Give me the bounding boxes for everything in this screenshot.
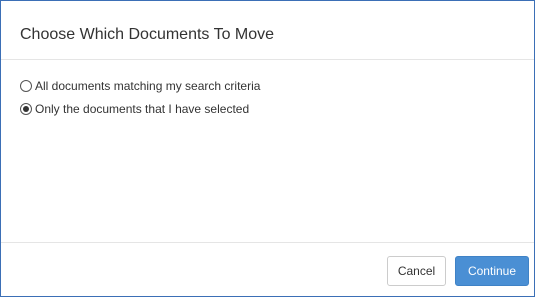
cancel-button[interactable]: Cancel: [387, 256, 446, 286]
radio-button-all-matching[interactable]: [20, 80, 32, 92]
dialog-body: All documents matching my search criteri…: [1, 60, 534, 242]
option-all-matching-label[interactable]: All documents matching my search criteri…: [35, 77, 260, 95]
option-only-selected[interactable]: Only the documents that I have selected: [20, 100, 249, 118]
option-all-matching[interactable]: All documents matching my search criteri…: [20, 77, 260, 95]
dialog-footer: Cancel Continue: [1, 242, 534, 296]
dialog-title: Choose Which Documents To Move: [20, 26, 275, 43]
option-only-selected-label[interactable]: Only the documents that I have selected: [35, 100, 249, 118]
continue-button[interactable]: Continue: [455, 256, 529, 286]
move-documents-dialog: Choose Which Documents To Move All docum…: [0, 0, 535, 297]
dialog-header: Choose Which Documents To Move: [1, 1, 534, 60]
radio-button-only-selected[interactable]: [20, 103, 32, 115]
